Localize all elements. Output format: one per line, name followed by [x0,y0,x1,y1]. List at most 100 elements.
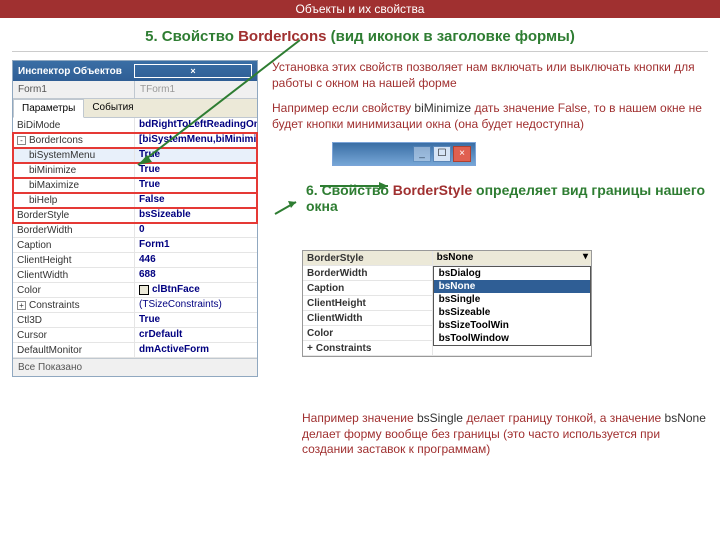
inspector-tabs: Параметры События [13,99,257,118]
snippet-value[interactable]: bsNone▾bsDialogbsNonebsSinglebsSizeableb… [433,251,591,265]
selected-object[interactable]: Form1 [13,81,135,98]
property-row[interactable]: biMinimizeTrue [13,163,257,178]
property-row[interactable]: DefaultMonitordmActiveForm [13,343,257,358]
property-value[interactable]: 0 [135,223,257,237]
property-value[interactable]: dmActiveForm [135,343,257,357]
bn-b: bsSingle [417,411,463,425]
property-value[interactable]: clBtnFace [135,283,257,297]
property-name: ClientHeight [13,253,135,267]
property-snippet[interactable]: BorderStylebsNone▾bsDialogbsNonebsSingle… [302,250,592,357]
property-value[interactable]: crDefault [135,328,257,342]
paragraph-2: Например если свойству biMinimize дать з… [272,101,708,132]
dropdown-item[interactable]: bsSizeable [434,306,590,319]
property-value[interactable]: True [135,178,257,192]
property-row[interactable]: BiDiModebdRightToLeftReadingOnly [13,118,257,133]
property-row[interactable]: ClientHeight446 [13,253,257,268]
expand-icon[interactable]: + [17,301,26,310]
collapse-icon[interactable]: - [17,136,26,145]
snippet-name: Caption [303,281,433,295]
property-name: +Constraints [13,298,135,312]
property-row[interactable]: CaptionForm1 [13,238,257,253]
bn-c: делает границу тонкой, а значение [463,411,665,425]
window-demo-wrap: _ ☐ × [332,142,708,166]
property-row[interactable]: CursorcrDefault [13,328,257,343]
property-value[interactable]: 688 [135,268,257,282]
inspector-title: Инспектор Объектов [18,66,134,77]
property-name: BorderStyle [13,208,135,222]
property-row[interactable]: Ctl3DTrue [13,313,257,328]
close-icon[interactable]: × [134,64,252,78]
minimize-button-disabled: _ [413,146,431,162]
separator [12,51,708,52]
close-button[interactable]: × [453,146,471,162]
bn-a: Например значение [302,411,417,425]
inspector-titlebar[interactable]: Инспектор Объектов × [13,61,257,81]
property-name: biSystemMenu [13,148,135,162]
property-value[interactable]: 446 [135,253,257,267]
heading-5: 5. Свойство BorderIcons (вид иконок в за… [0,18,720,51]
window-demo: _ ☐ × [332,142,476,166]
property-row[interactable]: BorderStylebsSizeable [13,208,257,223]
property-row[interactable]: +Constraints(TSizeConstraints) [13,298,257,313]
property-row[interactable]: biHelpFalse [13,193,257,208]
expand-icon[interactable]: + [307,343,313,354]
heading-5-prop: BorderIcons [238,28,326,45]
arrow-icon [272,184,300,244]
dropdown-item[interactable]: bsSingle [434,293,590,306]
snippet-name: ClientWidth [303,311,433,325]
property-value[interactable]: True [135,163,257,177]
heading-5-tail: (вид иконок в заголовке формы) [326,28,574,45]
dropdown-item[interactable]: bsNone [434,280,590,293]
property-row[interactable]: ColorclBtnFace [13,283,257,298]
property-value[interactable]: [biSystemMenu,biMinimize,biMaximi: [135,133,257,147]
property-name: Caption [13,238,135,252]
dropdown-item[interactable]: bsToolWindow [434,332,590,345]
property-name: BiDiMode [13,118,135,132]
property-value[interactable]: True [135,148,257,162]
para2-b: biMinimize [414,101,471,115]
property-name: Ctl3D [13,313,135,327]
window-demo-titlebar: _ ☐ × [333,143,475,165]
property-name: DefaultMonitor [13,343,135,357]
property-value[interactable]: bsSizeable [135,208,257,222]
property-row[interactable]: biMaximizeTrue [13,178,257,193]
snippet-name: Color [303,326,433,340]
property-name: biMaximize [13,178,135,192]
object-selector[interactable]: Form1 TForm1 [13,81,257,99]
snippet-row[interactable]: BorderStylebsNone▾bsDialogbsNonebsSingle… [303,251,591,266]
tab-events[interactable]: События [84,99,141,117]
property-value[interactable]: (TSizeConstraints) [135,298,257,312]
property-name: biHelp [13,193,135,207]
paragraph-1: Установка этих свойств позволяет нам вкл… [272,60,708,91]
property-row[interactable]: -BorderIcons[biSystemMenu,biMinimize,biM… [13,133,257,148]
property-value[interactable]: bdRightToLeftReadingOnly [135,118,257,132]
dropdown-item[interactable]: bsSizeToolWin [434,319,590,332]
maximize-button[interactable]: ☐ [433,146,451,162]
property-name: Color [13,283,135,297]
property-row[interactable]: ClientWidth688 [13,268,257,283]
snippet-name: BorderStyle [303,251,433,265]
h6-num: 6. Свойство [306,182,393,198]
h6-prop: BorderStyle [393,182,472,198]
heading-6: 6. Свойство BorderStyle определяет вид г… [306,182,708,214]
paragraph-1-text: Установка этих свойств позволяет нам вкл… [272,60,695,90]
color-swatch [139,285,149,295]
property-value[interactable]: True [135,313,257,327]
snippet-name: +Constraints [303,341,433,355]
property-value[interactable]: False [135,193,257,207]
page-header: Объекты и их свойства [0,0,720,18]
chevron-down-icon[interactable]: ▾ [583,251,588,262]
property-row[interactable]: BorderWidth0 [13,223,257,238]
object-inspector: Инспектор Объектов × Form1 TForm1 Параме… [12,60,258,377]
property-value[interactable]: Form1 [135,238,257,252]
snippet-name: ClientHeight [303,296,433,310]
tab-properties[interactable]: Параметры [13,99,84,118]
dropdown-list[interactable]: bsDialogbsNonebsSinglebsSizeablebsSizeTo… [433,266,591,346]
property-name: -BorderIcons [13,133,135,147]
property-name: BorderWidth [13,223,135,237]
heading-5-num: 5. Свойство [145,28,238,45]
property-grid[interactable]: BiDiModebdRightToLeftReadingOnly-BorderI… [13,118,257,358]
property-name: biMinimize [13,163,135,177]
property-row[interactable]: biSystemMenuTrue [13,148,257,163]
dropdown-item[interactable]: bsDialog [434,267,590,280]
